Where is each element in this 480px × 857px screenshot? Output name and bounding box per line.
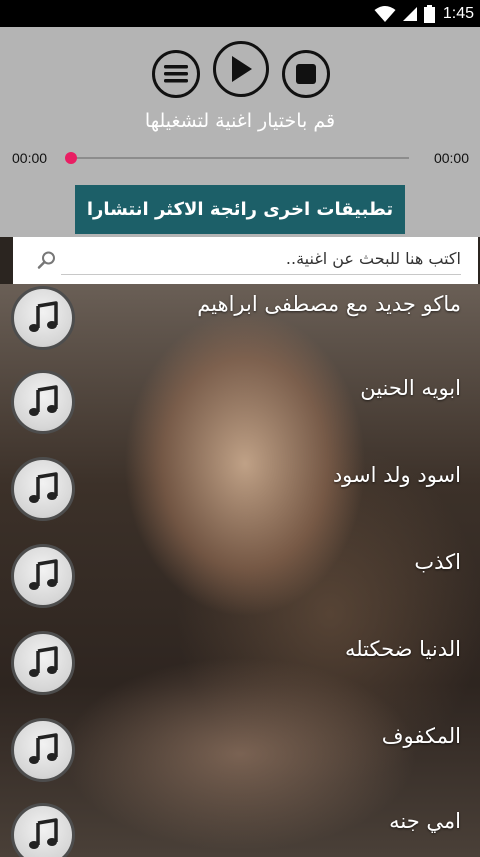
music-note-icon bbox=[29, 559, 58, 590]
no-sim-icon bbox=[402, 7, 417, 21]
status-icons: 1:45 bbox=[374, 4, 474, 24]
menu-button[interactable] bbox=[152, 50, 200, 98]
song-item[interactable]: الدنيا ضحكتله bbox=[0, 631, 480, 719]
search-input[interactable] bbox=[61, 243, 461, 275]
current-time: 00:00 bbox=[12, 150, 48, 166]
play-icon bbox=[232, 56, 252, 82]
now-playing-text: قم باختيار اغنية لتشغيلها bbox=[144, 110, 336, 132]
song-play-button[interactable] bbox=[11, 457, 75, 521]
music-note-icon bbox=[29, 385, 58, 416]
music-note-icon bbox=[29, 646, 58, 677]
song-item[interactable]: اكذب bbox=[0, 544, 480, 632]
play-button[interactable] bbox=[213, 41, 269, 97]
seek-bar[interactable] bbox=[65, 152, 409, 164]
music-note-icon bbox=[29, 472, 58, 503]
battery-icon bbox=[423, 5, 435, 23]
search-box bbox=[13, 237, 478, 284]
song-title: اسود ولد اسود bbox=[332, 463, 461, 487]
search-icon[interactable] bbox=[36, 249, 58, 271]
song-play-button[interactable] bbox=[11, 803, 75, 857]
wifi-icon bbox=[374, 6, 396, 22]
song-title: ماكو جديد مع مصطفى ابراهيم bbox=[197, 292, 461, 316]
song-title: ابويه الحنين bbox=[360, 376, 461, 400]
song-play-button[interactable] bbox=[11, 370, 75, 434]
song-item[interactable]: امي جنه bbox=[0, 803, 480, 857]
song-title: اكذب bbox=[414, 550, 461, 574]
more-apps-button[interactable]: تطبيقات اخرى رائجة الاكثر انتشارا bbox=[75, 185, 405, 234]
music-note-icon bbox=[29, 733, 58, 764]
status-clock: 1:45 bbox=[442, 5, 474, 22]
song-item[interactable]: المكفوف bbox=[0, 718, 480, 806]
seek-bar-thumb[interactable] bbox=[65, 152, 77, 164]
song-play-button[interactable] bbox=[11, 631, 75, 695]
stop-icon bbox=[296, 64, 316, 84]
song-item[interactable]: ابويه الحنين bbox=[0, 370, 480, 458]
song-title: المكفوف bbox=[381, 724, 461, 748]
menu-icon bbox=[164, 65, 188, 83]
song-title: الدنيا ضحكتله bbox=[344, 637, 461, 661]
song-title: امي جنه bbox=[389, 809, 461, 833]
song-item[interactable]: اسود ولد اسود bbox=[0, 457, 480, 545]
status-bar: 1:45 bbox=[0, 0, 480, 27]
song-play-button[interactable] bbox=[11, 544, 75, 608]
total-time: 00:00 bbox=[433, 150, 469, 166]
song-item[interactable]: ماكو جديد مع مصطفى ابراهيم bbox=[0, 286, 480, 374]
music-note-icon bbox=[29, 818, 58, 849]
music-note-icon bbox=[29, 301, 58, 332]
stop-button[interactable] bbox=[282, 50, 330, 98]
player-panel: قم باختيار اغنية لتشغيلها 00:00 00:00 تط… bbox=[0, 27, 480, 237]
song-play-button[interactable] bbox=[11, 286, 75, 350]
song-play-button[interactable] bbox=[11, 718, 75, 782]
